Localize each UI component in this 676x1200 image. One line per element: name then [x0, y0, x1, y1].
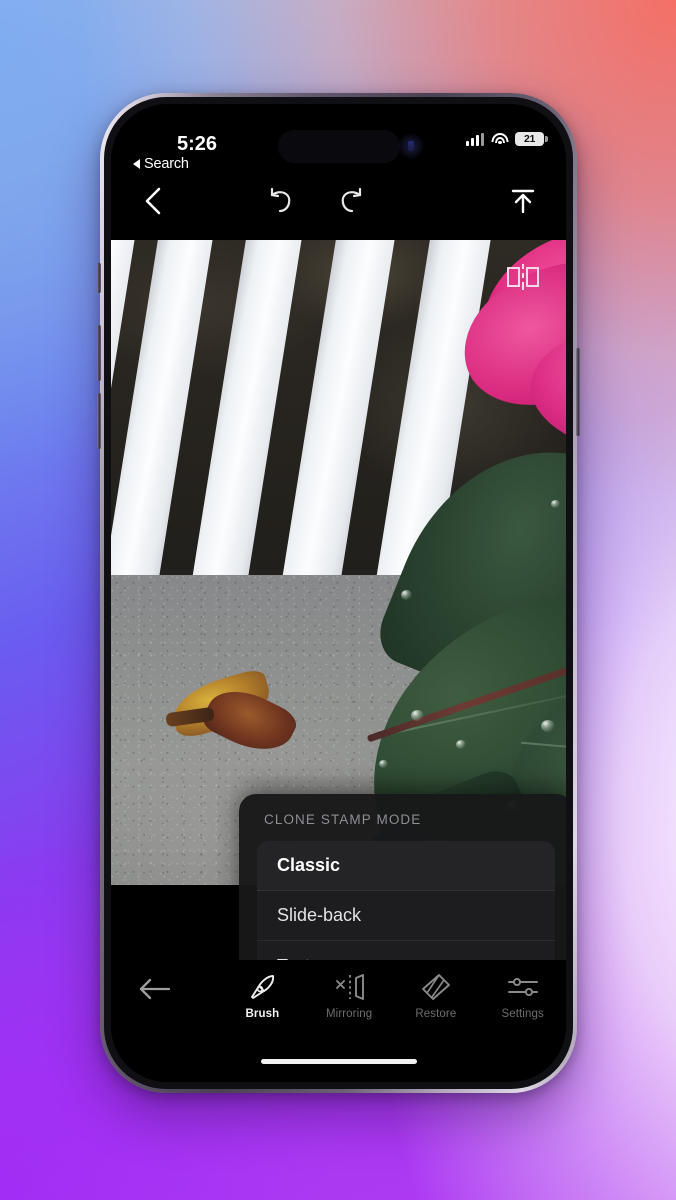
phone-bezel: 5:26 Search 21 CLONE STAMP MODE Classic … — [104, 97, 573, 1089]
power-button[interactable] — [576, 348, 580, 436]
wifi-icon — [491, 132, 508, 146]
tab-label: Restore — [415, 1008, 457, 1020]
battery-level-label: 21 — [523, 133, 536, 145]
option-label: Slide-back — [277, 905, 362, 925]
tool-tab-bar: Brush Mirroring Restore Settings — [219, 968, 566, 1034]
redo-arrow-icon — [341, 188, 361, 213]
battery-icon: 21 — [515, 132, 548, 146]
export-button[interactable] — [502, 180, 544, 222]
tab-restore[interactable]: Restore — [393, 968, 480, 1020]
export-upload-icon — [511, 189, 535, 214]
arrow-left-icon — [139, 978, 171, 1000]
triangle-left-icon — [133, 159, 140, 169]
tab-label: Mirroring — [325, 1008, 373, 1020]
mirroring-icon — [332, 972, 366, 1002]
editor-top-toolbar — [111, 162, 566, 240]
sliders-settings-icon — [507, 972, 539, 1002]
front-camera-icon — [401, 136, 421, 156]
volume-down-button[interactable] — [97, 393, 101, 449]
tab-settings[interactable]: Settings — [479, 968, 566, 1020]
phone-device-frame: 5:26 Search 21 CLONE STAMP MODE Classic … — [97, 93, 580, 1093]
home-indicator[interactable] — [260, 1059, 417, 1064]
tab-label: Brush — [245, 1008, 280, 1020]
bottom-back-button[interactable] — [137, 976, 183, 1020]
redo-button[interactable] — [331, 180, 373, 222]
chevron-left-icon — [145, 187, 161, 215]
photo-water-drop — [379, 760, 388, 768]
editor-bottom-toolbar: Brush Mirroring Restore Settings — [111, 960, 566, 1082]
photo-water-drop — [541, 720, 555, 732]
photo-canvas[interactable] — [111, 240, 566, 885]
tab-brush[interactable]: Brush — [219, 968, 306, 1020]
back-button[interactable] — [133, 181, 173, 221]
mirror-flip-icon[interactable] — [506, 262, 540, 292]
restore-eraser-icon — [421, 972, 451, 1002]
dynamic-island — [277, 130, 400, 163]
dialog-title: CLONE STAMP MODE — [264, 812, 422, 827]
volume-up-button[interactable] — [97, 325, 101, 381]
option-label: Classic — [277, 855, 341, 875]
brush-icon — [248, 972, 276, 1002]
clone-mode-option-slide-back[interactable]: Slide-back — [257, 891, 555, 941]
phone-screen: 5:26 Search 21 CLONE STAMP MODE Classic … — [111, 104, 566, 1082]
status-back-label: Search — [144, 156, 189, 172]
undo-button[interactable] — [259, 180, 301, 222]
photo-water-drop — [411, 710, 424, 721]
photo-water-drop — [456, 740, 466, 749]
status-back-to-search[interactable]: Search — [133, 156, 189, 172]
signal-bars-icon — [466, 132, 484, 146]
photo-pink-rose — [441, 240, 566, 510]
status-bar: 5:26 Search 21 — [111, 104, 566, 172]
tab-label: Settings — [501, 1008, 544, 1020]
tab-mirroring[interactable]: Mirroring — [306, 968, 393, 1020]
status-clock: 5:26 — [177, 133, 218, 155]
photo-water-drop — [401, 590, 412, 600]
clone-mode-option-classic[interactable]: Classic — [257, 841, 555, 891]
status-indicators: 21 — [466, 132, 548, 146]
silent-switch[interactable] — [97, 263, 101, 293]
undo-arrow-icon — [270, 188, 290, 213]
